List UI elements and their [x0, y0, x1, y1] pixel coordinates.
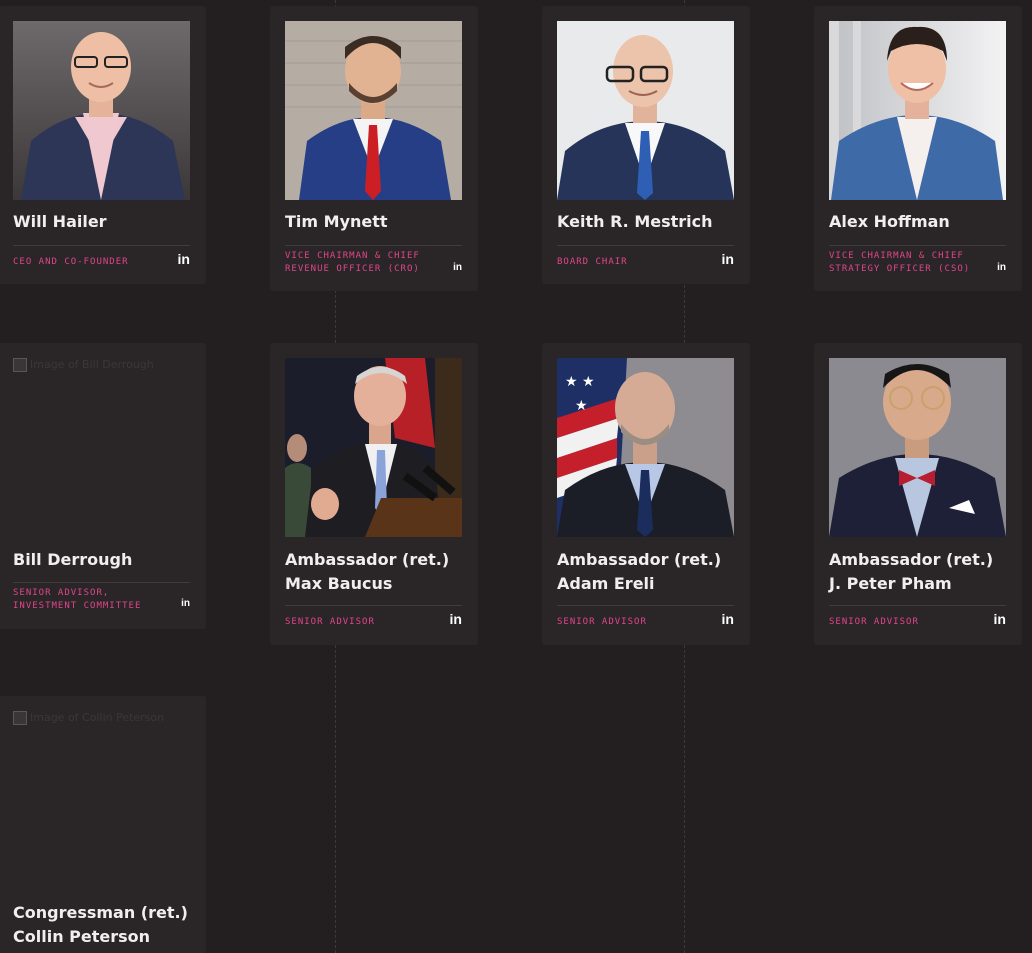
team-card[interactable]: Tim Mynett VICE CHAIRMAN & CHIEF REVENUE…	[270, 6, 478, 291]
team-card[interactable]: Ambassador (ret.) Max Baucus SENIOR ADVI…	[270, 343, 478, 645]
member-role: BOARD CHAIR	[557, 257, 628, 267]
linkedin-icon[interactable]: in	[722, 251, 734, 267]
member-name: Will Hailer	[13, 212, 107, 231]
team-card[interactable]: ★ ★ ★ Ambassador (ret.) Adam Ereli SENIO…	[542, 343, 750, 645]
team-grid: Will Hailer CEO AND CO-FOUNDER in Tim My…	[0, 0, 1032, 953]
headshot-peter-pham	[829, 358, 1006, 537]
member-name: Ambassador (ret.) Adam Ereli	[557, 550, 722, 593]
svg-text:★: ★	[575, 398, 588, 414]
image-alt-text: Image of Collin Peterson	[30, 711, 165, 724]
member-name: Bill Derrough	[13, 550, 133, 569]
divider	[557, 605, 734, 606]
member-role: CEO AND CO-FOUNDER	[13, 257, 129, 267]
member-role: VICE CHAIRMAN & CHIEF REVENUE OFFICER (C…	[285, 251, 420, 274]
headshot-tim-mynett	[285, 21, 462, 200]
linkedin-icon[interactable]: in	[450, 611, 462, 627]
team-card[interactable]: Will Hailer CEO AND CO-FOUNDER in	[0, 6, 206, 284]
team-card[interactable]: Image of Bill Derrough Bill Derrough SEN…	[0, 343, 206, 629]
member-name: Congressman (ret.) Collin Peterson	[13, 903, 188, 946]
linkedin-icon[interactable]: in	[994, 611, 1006, 627]
headshot-max-baucus	[285, 358, 462, 537]
team-card[interactable]: Alex Hoffman VICE CHAIRMAN & CHIEF STRAT…	[814, 6, 1022, 291]
headshot-will-hailer	[13, 21, 190, 200]
member-name: Alex Hoffman	[829, 212, 950, 231]
divider	[829, 245, 1006, 246]
broken-image-icon	[13, 358, 27, 372]
member-role: VICE CHAIRMAN & CHIEF STRATEGY OFFICER (…	[829, 251, 971, 274]
team-card[interactable]: Keith R. Mestrich BOARD CHAIR in	[542, 6, 750, 284]
linkedin-icon[interactable]: in	[453, 262, 462, 273]
divider	[829, 605, 1006, 606]
linkedin-icon[interactable]: in	[997, 262, 1006, 273]
divider	[285, 605, 462, 606]
member-role: SENIOR ADVISOR	[285, 617, 375, 627]
member-role: SENIOR ADVISOR, INVESTMENT COMMITTEE	[13, 588, 142, 611]
divider	[13, 582, 190, 583]
member-role: SENIOR ADVISOR	[557, 617, 647, 627]
broken-image-icon	[13, 711, 27, 725]
member-name: Keith R. Mestrich	[557, 212, 713, 231]
headshot-alex-hoffman	[829, 21, 1006, 200]
team-card[interactable]: Ambassador (ret.) J. Peter Pham SENIOR A…	[814, 343, 1022, 645]
member-role: SENIOR ADVISOR	[829, 617, 919, 627]
team-card[interactable]: Image of Collin Peterson Congressman (re…	[0, 696, 206, 953]
linkedin-icon[interactable]: in	[181, 598, 190, 609]
divider	[285, 245, 462, 246]
image-alt-text: Image of Bill Derrough	[30, 358, 154, 371]
headshot-keith-mestrich	[557, 21, 734, 200]
divider	[13, 245, 190, 246]
member-name: Ambassador (ret.) Max Baucus	[285, 550, 450, 593]
linkedin-icon[interactable]: in	[722, 611, 734, 627]
headshot-collin-peterson: Image of Collin Peterson	[13, 711, 190, 890]
headshot-bill-derrough: Image of Bill Derrough	[13, 358, 190, 537]
member-name: Ambassador (ret.) J. Peter Pham	[829, 550, 994, 593]
headshot-adam-ereli: ★ ★ ★	[557, 358, 734, 537]
svg-text:★ ★: ★ ★	[565, 374, 595, 390]
divider	[557, 245, 734, 246]
member-name: Tim Mynett	[285, 212, 388, 231]
linkedin-icon[interactable]: in	[178, 251, 190, 267]
